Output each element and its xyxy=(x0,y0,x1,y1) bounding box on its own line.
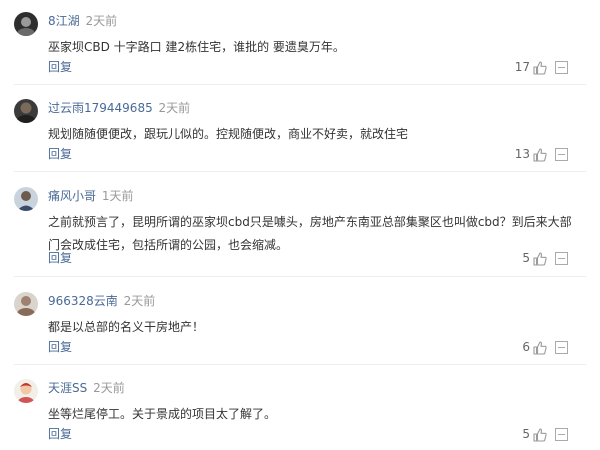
thumbs-up-icon[interactable] xyxy=(532,251,548,267)
divider xyxy=(14,276,586,277)
like-count: 17 xyxy=(514,60,530,74)
more-options-icon[interactable] xyxy=(555,148,568,161)
avatar[interactable] xyxy=(14,12,38,36)
divider xyxy=(14,364,586,365)
comment-text: 巫家坝CBD 十字路口 建2栋住宅，谁批的 要遗臭万年。 xyxy=(48,40,345,54)
like-count: 13 xyxy=(514,147,530,161)
comment-meta: 痛风小哥 1天前 xyxy=(48,188,133,205)
comment-time: 1天前 xyxy=(101,189,134,203)
comment-actions: 5 xyxy=(522,250,568,267)
thumbs-up-icon[interactable] xyxy=(532,427,548,443)
comment-text: 规划随随便便改，跟玩儿似的。控规随便改，商业不好卖，就改住宅 xyxy=(48,127,409,141)
thumbs-up-icon[interactable] xyxy=(532,147,548,163)
comment-actions: 5 xyxy=(522,426,568,443)
avatar[interactable] xyxy=(14,379,38,403)
reply-button[interactable]: 回复 xyxy=(48,250,72,267)
username-link[interactable]: 天涯SS xyxy=(48,381,87,395)
avatar[interactable] xyxy=(14,187,38,211)
comment-text: 坐等烂尾停工。关于景成的项目太了解了。 xyxy=(48,407,277,421)
comment-time: 2天前 xyxy=(85,14,118,28)
username-link[interactable]: 966328云南 xyxy=(48,294,118,308)
comment-time: 2天前 xyxy=(123,294,156,308)
avatar[interactable] xyxy=(14,292,38,316)
like-count: 6 xyxy=(522,340,530,354)
reply-button[interactable]: 回复 xyxy=(48,146,72,163)
avatar[interactable] xyxy=(14,99,38,123)
comment-meta: 天涯SS 2天前 xyxy=(48,380,125,397)
divider xyxy=(14,171,586,172)
username-link[interactable]: 过云雨179449685 xyxy=(48,101,153,115)
reply-button[interactable]: 回复 xyxy=(48,426,72,443)
comment-actions: 13 xyxy=(515,146,568,163)
thumbs-up-icon[interactable] xyxy=(532,60,548,76)
comment-meta: 966328云南 2天前 xyxy=(48,293,155,310)
more-options-icon[interactable] xyxy=(555,428,568,441)
like-count: 5 xyxy=(522,251,530,265)
like-count: 5 xyxy=(522,427,530,441)
comment-time: 2天前 xyxy=(93,381,125,395)
divider xyxy=(14,84,586,85)
comment-text: 都是以总部的名义干房地产！ xyxy=(48,320,205,334)
thumbs-up-icon[interactable] xyxy=(532,340,548,356)
comment-list: 8江湖 2天前 巫家坝CBD 十字路口 建2栋住宅，谁批的 要遗臭万年。 回复 … xyxy=(0,0,600,450)
more-options-icon[interactable] xyxy=(555,341,568,354)
reply-button[interactable]: 回复 xyxy=(48,339,72,356)
username-link[interactable]: 痛风小哥 xyxy=(48,189,96,203)
more-options-icon[interactable] xyxy=(555,252,568,265)
comment-meta: 过云雨179449685 2天前 xyxy=(48,100,190,117)
more-options-icon[interactable] xyxy=(555,61,568,74)
username-link[interactable]: 8江湖 xyxy=(48,14,80,28)
comment-meta: 8江湖 2天前 xyxy=(48,13,117,30)
comment-time: 2天前 xyxy=(158,101,191,115)
comment-actions: 6 xyxy=(522,339,568,356)
comment-text: 之前就预言了，昆明所谓的巫家坝cbd只是噱头，房地产东南亚总部集聚区也叫做cbd… xyxy=(48,215,572,252)
reply-button[interactable]: 回复 xyxy=(48,59,72,76)
comment-actions: 17 xyxy=(515,59,568,76)
